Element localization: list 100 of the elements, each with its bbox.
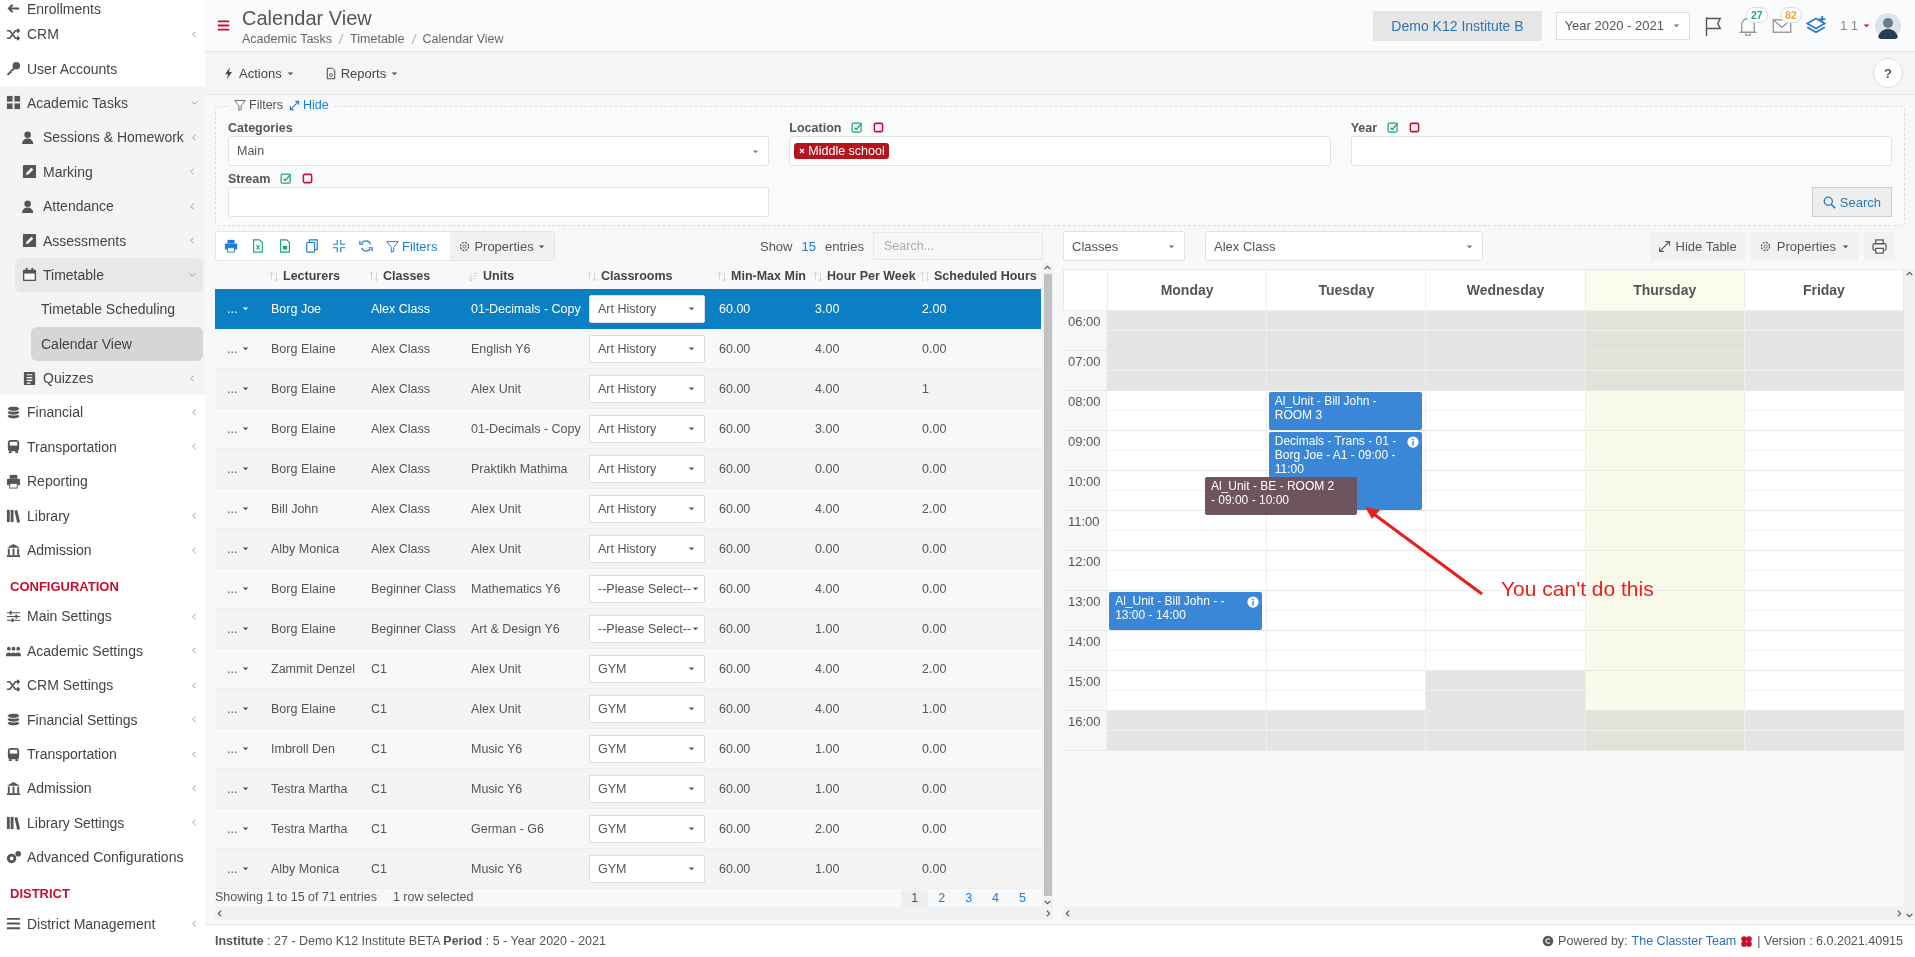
- select-field[interactable]: Main: [228, 136, 770, 166]
- classroom-select[interactable]: Art History: [589, 334, 705, 363]
- table-row[interactable]: ... Borg Elaine Alex Class Alex Unit Art History 60.00 4.00 1: [215, 368, 1041, 409]
- sidebar-item[interactable]: User Accounts: [0, 51, 205, 86]
- table-row[interactable]: ... Bill John Alex Class Alex Unit Art History 60.00 4.00 2.00: [215, 488, 1041, 529]
- table-row[interactable]: ... Zammit Denzel C1 Alex Unit GYM 60.00 4.00 2.00: [215, 648, 1041, 689]
- sidebar-item[interactable]: Academic Tasks: [0, 85, 205, 121]
- classroom-select[interactable]: Art History: [589, 414, 705, 443]
- classroom-select[interactable]: GYM: [589, 774, 705, 803]
- classroom-select[interactable]: Art History: [589, 374, 705, 403]
- page-button[interactable]: 1: [901, 890, 929, 907]
- sidebar-item[interactable]: Enrollments: [0, 0, 205, 17]
- classroom-select[interactable]: GYM: [589, 734, 705, 763]
- page-button[interactable]: 2: [928, 890, 956, 907]
- hide-table-button[interactable]: Hide Table: [1649, 232, 1745, 260]
- sidebar-item[interactable]: Library Settings: [0, 805, 205, 840]
- table-row[interactable]: ... Borg Elaine Alex Class 01-Decimals - Copy Art History 60.00 3.00 0.00: [215, 408, 1041, 449]
- institute-button[interactable]: Demo K12 Institute B: [1373, 10, 1542, 41]
- column-header[interactable]: Lecturers: [283, 269, 340, 283]
- page-button[interactable]: 5: [1009, 890, 1036, 907]
- info-icon[interactable]: [1407, 436, 1419, 448]
- calendar-event[interactable]: Al_Unit - Bill John - ROOM 3: [1268, 392, 1422, 430]
- column-header[interactable]: Units: [483, 269, 515, 283]
- sidebar-item[interactable]: Admission: [0, 532, 205, 568]
- column-header[interactable]: Min-Max Min: [731, 269, 806, 283]
- sidebar-item[interactable]: Calendar View: [31, 326, 203, 361]
- sidebar-item[interactable]: Assessments: [15, 223, 203, 258]
- compress-icon[interactable]: [332, 239, 346, 253]
- sidebar-item[interactable]: Academic Settings: [0, 633, 205, 669]
- flag-icon[interactable]: [1703, 15, 1724, 36]
- table-row[interactable]: ... Borg Elaine Alex Class English Y6 Art History 60.00 4.00 0.00: [215, 328, 1041, 369]
- row-menu-button[interactable]: ...: [221, 421, 251, 436]
- table-row[interactable]: ... Testra Martha C1 German - G6 GYM 60.00 2.00 0.00: [215, 808, 1041, 849]
- team-link[interactable]: The Classter Team: [1631, 934, 1737, 948]
- page-size-select[interactable]: 15: [801, 238, 816, 254]
- copy-icon[interactable]: [305, 239, 319, 253]
- table-row[interactable]: ... Borg Elaine Beginner Class Mathematics Y6 --Please Select-- 60.00 4.00 0.00: [215, 568, 1041, 609]
- sidebar-item[interactable]: Timetable: [15, 257, 203, 293]
- sidebar-item[interactable]: Library: [0, 498, 205, 533]
- printer-icon[interactable]: [224, 239, 238, 253]
- layers-plus-icon[interactable]: [1805, 15, 1826, 36]
- classroom-select[interactable]: --Please Select--: [589, 574, 705, 603]
- input-field[interactable]: [228, 187, 770, 217]
- breadcrumb-item[interactable]: Academic Tasks: [242, 31, 333, 46]
- classroom-select[interactable]: Art History: [589, 534, 705, 563]
- filters-button[interactable]: Filters: [386, 238, 438, 254]
- spreadsheet-icon[interactable]: [251, 239, 265, 253]
- table-row[interactable]: ... Borg Elaine C1 Alex Unit GYM 60.00 4.00 1.00: [215, 688, 1041, 729]
- sidebar-item[interactable]: Advanced Configurations: [0, 840, 205, 875]
- scrollbar[interactable]: [1063, 907, 1904, 920]
- search-button[interactable]: Search: [1811, 187, 1892, 217]
- file-icon[interactable]: [278, 239, 292, 253]
- toolbar-menu-button[interactable]: Actions: [221, 61, 297, 85]
- menu-icon[interactable]: [217, 19, 230, 32]
- classroom-select[interactable]: GYM: [589, 654, 705, 683]
- dragged-event[interactable]: Al_Unit - BE - ROOM 2 - 09:00 - 10:00: [1204, 477, 1357, 515]
- select-field[interactable]: Classes: [1063, 231, 1185, 261]
- print-button[interactable]: [1864, 232, 1895, 260]
- page-button[interactable]: 3: [955, 890, 983, 907]
- sidebar-item[interactable]: Sessions & Homework: [15, 120, 203, 155]
- row-menu-button[interactable]: ...: [221, 581, 251, 596]
- row-menu-button[interactable]: ...: [221, 661, 251, 676]
- sidebar-item[interactable]: CRM: [0, 17, 205, 52]
- classroom-select[interactable]: GYM: [589, 694, 705, 723]
- sidebar-item[interactable]: Reporting: [0, 464, 205, 499]
- sidebar-item[interactable]: Transportation: [0, 429, 205, 465]
- row-menu-button[interactable]: ...: [221, 741, 251, 756]
- sidebar-item[interactable]: District Management: [0, 906, 205, 941]
- classroom-select[interactable]: GYM: [589, 814, 705, 843]
- classroom-select[interactable]: Art History: [589, 454, 705, 483]
- sidebar-item[interactable]: Attendance: [15, 188, 203, 224]
- properties-button[interactable]: Properties: [1750, 232, 1858, 260]
- sidebar-item[interactable]: Timetable Scheduling: [31, 292, 203, 327]
- search-field[interactable]: Search...: [873, 232, 1043, 260]
- table-row[interactable]: ... Alby Monica C1 Music Y6 GYM 60.00 1.00 0.00: [215, 848, 1041, 889]
- column-header[interactable]: Classes: [383, 269, 431, 283]
- refresh-icon[interactable]: [359, 239, 373, 253]
- sidebar-item[interactable]: Financial Settings: [0, 702, 205, 737]
- table-row[interactable]: ... Borg Joe Alex Class 01-Decimals - Copy Art History 60.00 3.00 2.00: [215, 289, 1041, 329]
- scrollbar[interactable]: [215, 907, 1053, 920]
- location-tag[interactable]: Middle school: [794, 143, 889, 159]
- empty-box-icon[interactable]: [873, 122, 885, 133]
- empty-box-icon[interactable]: [302, 173, 314, 184]
- hide-link[interactable]: Hide: [289, 98, 329, 112]
- table-row[interactable]: ... Imbroll Den C1 Music Y6 GYM 60.00 1.00 0.00: [215, 728, 1041, 769]
- sidebar-item[interactable]: Quizzes: [15, 360, 203, 396]
- column-header[interactable]: Hour Per Week: [827, 269, 916, 283]
- table-row[interactable]: ... Alby Monica Alex Class Alex Unit Art History 60.00 0.00 0.00: [215, 528, 1041, 569]
- page-button[interactable]: 4: [982, 890, 1010, 907]
- properties-button[interactable]: Properties: [450, 232, 554, 260]
- table-row[interactable]: ... Testra Martha C1 Music Y6 GYM 60.00 1.00 0.00: [215, 768, 1041, 809]
- scrollbar[interactable]: [1904, 269, 1915, 920]
- toolbar-menu-button[interactable]: Reports: [322, 61, 402, 85]
- checked-box-icon[interactable]: [851, 121, 864, 134]
- select-field[interactable]: Alex Class: [1205, 231, 1483, 261]
- checked-box-icon[interactable]: [280, 172, 293, 185]
- sidebar-item[interactable]: Transportation: [0, 736, 205, 772]
- sidebar-item[interactable]: CRM Settings: [0, 668, 205, 703]
- breadcrumb-item[interactable]: Timetable: [350, 31, 405, 46]
- year-select[interactable]: Year 2020 - 2021: [1555, 11, 1690, 40]
